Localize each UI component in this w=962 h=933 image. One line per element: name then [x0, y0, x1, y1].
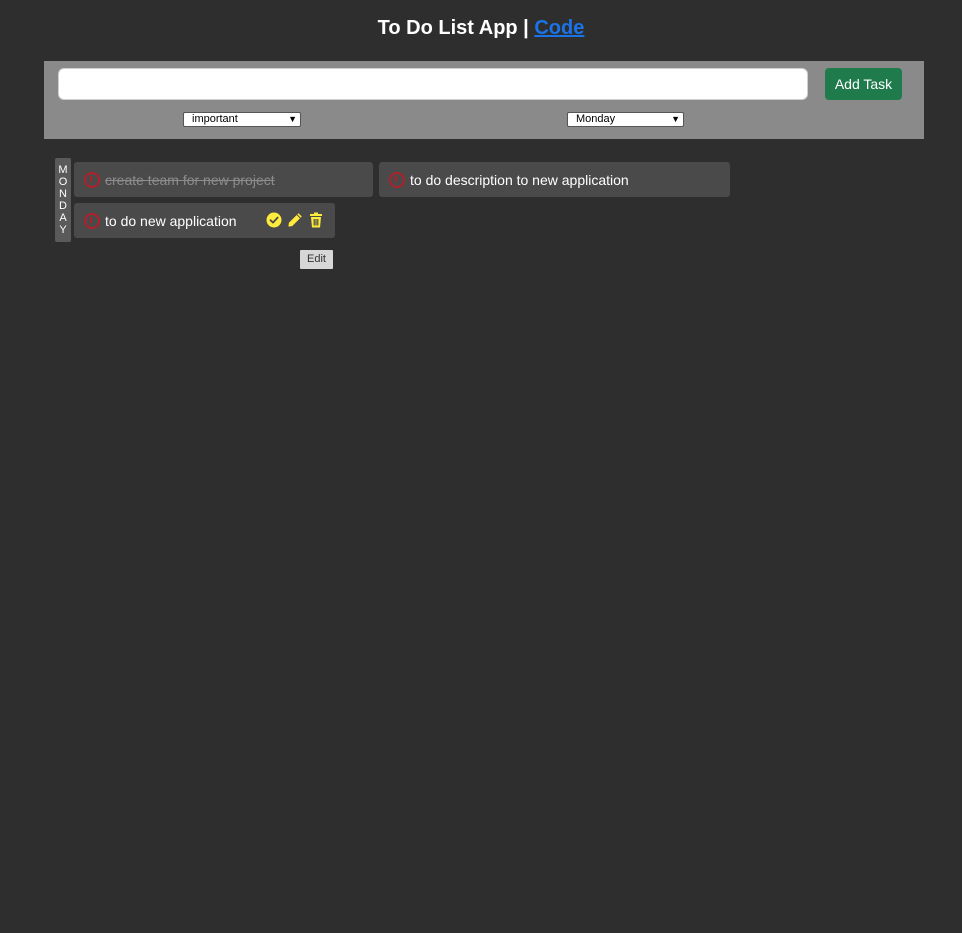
- priority-alert-icon: [389, 171, 405, 188]
- task-form: Add Task important ▼ Monday ▼: [44, 61, 924, 139]
- day-letter: N: [59, 188, 67, 200]
- add-task-button[interactable]: Add Task: [825, 68, 902, 100]
- task-item[interactable]: to do new application: [74, 203, 335, 238]
- task-text: create team for new project: [105, 171, 275, 188]
- chevron-down-icon: ▼: [671, 114, 680, 124]
- priority-select-value: important: [192, 113, 238, 125]
- trash-icon[interactable]: [308, 212, 324, 228]
- app-title: To Do List App |: [377, 17, 529, 39]
- day-letter: D: [59, 200, 67, 212]
- task-input[interactable]: [58, 68, 808, 100]
- day-select-value: Monday: [576, 113, 616, 125]
- task-actions: [266, 212, 324, 228]
- day-letter: O: [58, 176, 68, 188]
- edit-tooltip: Edit: [300, 250, 333, 269]
- chevron-down-icon: ▼: [288, 114, 297, 124]
- pencil-icon[interactable]: [287, 212, 303, 228]
- priority-alert-icon: [84, 212, 100, 229]
- task-text: to do description to new application: [410, 171, 629, 188]
- page-title: To Do List App | Code: [0, 14, 962, 42]
- code-link[interactable]: Code: [534, 17, 584, 39]
- task-item[interactable]: create team for new project: [74, 162, 373, 197]
- priority-select[interactable]: important ▼: [183, 112, 301, 127]
- day-letter: A: [59, 212, 67, 224]
- task-text: to do new application: [105, 212, 237, 229]
- task-item[interactable]: to do description to new application: [379, 162, 730, 197]
- day-group-label: M O N D A Y: [55, 158, 71, 242]
- priority-alert-icon: [84, 171, 100, 188]
- day-letter: Y: [59, 224, 67, 236]
- check-circle-icon[interactable]: [266, 212, 282, 228]
- day-select[interactable]: Monday ▼: [567, 112, 684, 127]
- day-letter: M: [58, 164, 68, 176]
